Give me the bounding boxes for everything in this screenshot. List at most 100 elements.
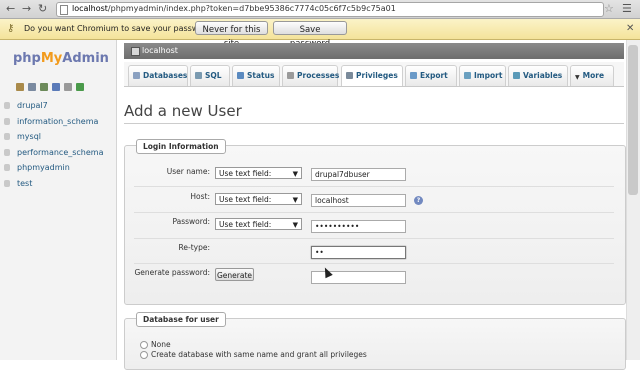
fieldset-legend: Login Information: [136, 139, 226, 154]
forward-arrow-icon[interactable]: →: [22, 3, 31, 15]
select-value: Use text field:: [219, 169, 272, 178]
password-label: Password:: [172, 217, 210, 226]
host-label: Host:: [190, 192, 210, 201]
select-value: Use text field:: [219, 195, 272, 204]
user-name-input[interactable]: [311, 168, 406, 181]
url-path: /phpmyadmin/index.php?token=d7bbe95386c7…: [107, 4, 396, 13]
never-for-this-site-button[interactable]: Never for this site: [195, 21, 268, 49]
chevron-down-icon: ▼: [292, 170, 298, 178]
sql-icon: [195, 72, 202, 79]
tab-variables[interactable]: Variables: [508, 65, 568, 86]
fieldset-legend: Database for user: [136, 312, 226, 327]
logo-php: php: [13, 51, 41, 66]
db-item-information-schema[interactable]: information_schema: [4, 117, 104, 133]
db-name: mysql: [17, 132, 41, 141]
tab-label: More: [582, 71, 605, 80]
address-bar[interactable]: localhost/phpmyadmin/index.php?token=d7b…: [56, 2, 604, 17]
privileges-icon: [346, 72, 353, 79]
retype-password-input[interactable]: [311, 246, 406, 259]
select-value: Use text field:: [219, 220, 272, 229]
back-arrow-icon[interactable]: ←: [6, 3, 15, 15]
database-for-user-fieldset: Database for user: [124, 312, 626, 370]
key-icon: ⚷: [7, 23, 15, 34]
tab-privileges[interactable]: Privileges: [341, 65, 403, 86]
query-window-icon[interactable]: [40, 83, 48, 91]
top-menu-tabs: Databases SQL Status Processes Privilege…: [124, 62, 624, 87]
user-name-label: User name:: [166, 167, 210, 176]
row-divider: [134, 238, 614, 239]
database-icon: [4, 164, 10, 171]
import-icon: [464, 72, 471, 79]
reload-icon[interactable]: ↻: [38, 3, 47, 15]
database-icon: [4, 148, 10, 156]
row-divider: [134, 212, 614, 213]
tab-label: Processes: [297, 71, 340, 80]
db-item-drupal7[interactable]: drupal7: [4, 101, 104, 117]
tab-export[interactable]: Export: [405, 65, 457, 86]
database-icon: [133, 72, 140, 79]
close-icon[interactable]: ✕: [626, 23, 634, 34]
url-host: localhost: [72, 4, 108, 13]
db-name: phpmyadmin: [17, 163, 70, 172]
server-icon: [131, 47, 140, 56]
tab-processes[interactable]: Processes: [282, 65, 340, 86]
tab-import[interactable]: Import: [459, 65, 506, 86]
host-input[interactable]: [311, 194, 406, 207]
tab-more[interactable]: ▼ More: [570, 65, 614, 86]
tab-status[interactable]: Status: [232, 65, 280, 86]
save-password-button[interactable]: Save password: [273, 21, 347, 49]
database-icon: [4, 117, 10, 125]
chevron-down-icon: ▼: [292, 221, 298, 229]
variables-icon: [513, 72, 520, 79]
home-icon[interactable]: [16, 83, 24, 91]
page-icon: [60, 5, 68, 15]
radio-none-label: None: [151, 340, 171, 349]
processes-icon: [287, 72, 294, 79]
password-mode-select[interactable]: Use text field: ▼: [215, 218, 302, 230]
browser-toolbar: ← → ↻ localhost/phpmyadmin/index.php?tok…: [0, 0, 640, 19]
db-item-test[interactable]: test: [4, 179, 104, 195]
tab-label: Variables: [523, 71, 563, 80]
export-icon: [410, 72, 417, 79]
title-divider: [124, 123, 624, 124]
db-item-phpmyadmin[interactable]: phpmyadmin: [4, 163, 104, 179]
db-item-performance-schema[interactable]: performance_schema: [4, 148, 104, 164]
docs-icon[interactable]: [52, 83, 60, 91]
database-icon: [4, 179, 10, 187]
scrollbar-thumb[interactable]: [628, 45, 638, 195]
database-list: drupal7 information_schema mysql perform…: [4, 101, 104, 194]
host-mode-select[interactable]: Use text field: ▼: [215, 193, 302, 205]
phpmyadmin-logo[interactable]: phpMyAdmin: [13, 51, 109, 66]
tab-label: Status: [247, 71, 275, 80]
logout-icon[interactable]: [28, 83, 36, 91]
db-item-mysql[interactable]: mysql: [4, 132, 104, 148]
tab-databases[interactable]: Databases: [128, 65, 188, 86]
db-name: information_schema: [17, 116, 99, 126]
tab-label: Databases: [143, 71, 188, 80]
wrench-menu-icon[interactable]: ☰: [622, 2, 632, 15]
database-icon: [4, 102, 10, 109]
settings-icon[interactable]: [64, 83, 72, 91]
bookmark-star-icon[interactable]: ☆: [604, 2, 614, 15]
generate-button[interactable]: Generate: [215, 268, 254, 281]
page-title: Add a new User: [124, 102, 242, 120]
reload-nav-icon[interactable]: [76, 83, 84, 91]
save-password-infobar: ⚷ Do you want Chromium to save your pass…: [0, 19, 640, 49]
radio-create-database[interactable]: [140, 351, 148, 359]
user-name-mode-select[interactable]: Use text field: ▼: [215, 167, 302, 179]
help-icon[interactable]: ?: [414, 196, 423, 205]
nav-icon-row: [16, 83, 88, 92]
db-name: test: [17, 178, 33, 188]
address-url: localhost/phpmyadmin/index.php?token=d7b…: [72, 4, 396, 13]
server-breadcrumb: localhost: [124, 43, 624, 59]
database-icon: [4, 133, 10, 140]
chevron-down-icon: ▼: [292, 196, 298, 204]
password-input[interactable]: [311, 220, 406, 233]
generate-password-label: Generate password:: [134, 268, 210, 277]
server-label[interactable]: localhost: [142, 46, 178, 55]
logo-my: My: [40, 51, 63, 66]
retype-label: Re-type:: [178, 243, 210, 252]
infobar-message: Do you want Chromium to save your passwo…: [24, 24, 216, 33]
radio-none[interactable]: [140, 341, 148, 349]
tab-sql[interactable]: SQL: [190, 65, 230, 86]
